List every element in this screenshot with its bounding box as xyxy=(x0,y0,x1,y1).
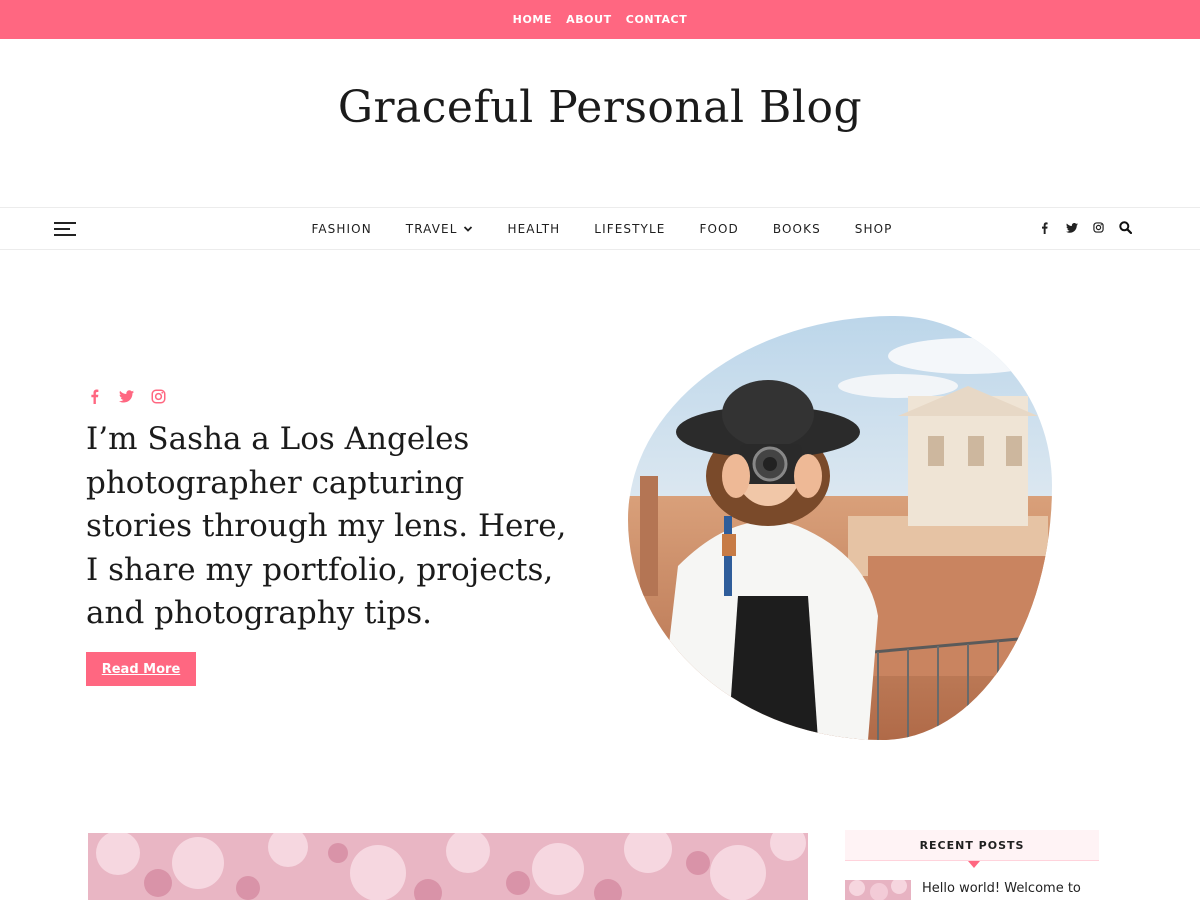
nav-item-label: BOOKS xyxy=(772,221,821,236)
top-menu-bar: HOME ABOUT CONTACT xyxy=(0,0,1200,39)
hero-intro-text: I’m Sasha a Los Angeles photographer cap… xyxy=(86,421,567,631)
nav-item-shop[interactable]: SHOP xyxy=(855,222,893,236)
search-icon[interactable] xyxy=(1119,220,1132,235)
nav-item-label: TRAVEL xyxy=(405,221,458,236)
nav-item-label: LIFESTYLE xyxy=(594,221,666,236)
twitter-icon[interactable] xyxy=(118,387,134,405)
top-menu-contact-link[interactable]: CONTACT xyxy=(626,13,688,26)
nav-item-label: FOOD xyxy=(699,221,739,236)
nav-item-health[interactable]: HEALTH xyxy=(507,222,560,236)
main-menu: FASHION TRAVEL HEALTH LIFESTYLE FOOD BOO… xyxy=(0,208,1200,249)
chevron-down-icon xyxy=(464,225,473,232)
widget-title-arrow-icon xyxy=(968,861,980,868)
instagram-icon[interactable] xyxy=(1092,220,1105,235)
top-menu-home-link[interactable]: HOME xyxy=(513,13,552,26)
facebook-icon[interactable] xyxy=(86,387,102,405)
read-more-button[interactable]: Read More xyxy=(86,652,196,686)
site-title[interactable]: Graceful Personal Blog xyxy=(0,82,1200,133)
nav-item-label: SHOP xyxy=(854,221,893,236)
main-navigation: FASHION TRAVEL HEALTH LIFESTYLE FOOD BOO… xyxy=(0,207,1200,250)
hero-photo xyxy=(628,316,1052,740)
recent-posts-widget-title: RECENT POSTS xyxy=(845,830,1099,861)
nav-item-label: FASHION xyxy=(311,221,372,236)
nav-item-travel[interactable]: TRAVEL xyxy=(406,222,474,236)
recent-post-thumbnail[interactable] xyxy=(845,880,911,900)
instagram-icon[interactable] xyxy=(150,387,166,405)
hero-social-icons xyxy=(86,387,166,405)
facebook-icon[interactable] xyxy=(1038,220,1051,235)
header-social-icons xyxy=(1038,220,1132,235)
nav-item-food[interactable]: FOOD xyxy=(699,222,738,236)
nav-item-label: HEALTH xyxy=(507,221,561,236)
nav-item-fashion[interactable]: FASHION xyxy=(311,222,371,236)
recent-post-title-link[interactable]: Hello world! Welcome to xyxy=(922,881,1102,896)
twitter-icon[interactable] xyxy=(1065,220,1078,235)
top-menu-about-link[interactable]: ABOUT xyxy=(566,13,612,26)
nav-item-lifestyle[interactable]: LIFESTYLE xyxy=(594,222,665,236)
featured-post-image[interactable] xyxy=(88,833,808,900)
nav-item-books[interactable]: BOOKS xyxy=(773,222,821,236)
